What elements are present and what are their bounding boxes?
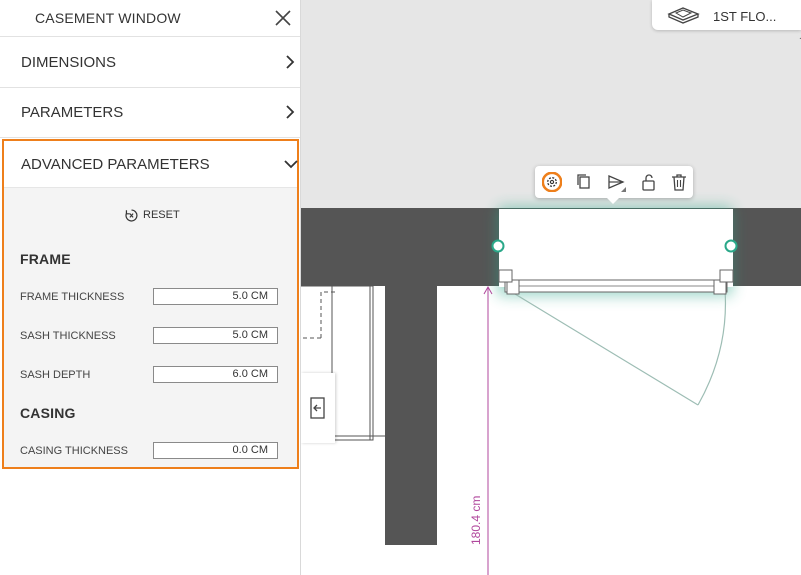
floor-label: 1ST FLO... (713, 9, 777, 24)
object-toolbar (535, 166, 693, 204)
dimension-label: 180.4 cm (469, 495, 483, 545)
collapse-arrow-icon (310, 397, 325, 419)
advanced-parameters-section: ADVANCED PARAMETERS RESET FRAME FRAME TH… (2, 139, 299, 469)
panel-title: CASEMENT WINDOW (35, 10, 181, 26)
floorplan-drawing (301, 206, 738, 575)
chevron-right-icon (286, 55, 295, 69)
sash-swing-line (514, 293, 699, 406)
flip-icon[interactable] (606, 172, 626, 192)
panel-header: CASEMENT WINDOW (0, 0, 300, 37)
chevron-right-icon (286, 105, 295, 119)
chevron-down-icon (284, 160, 298, 169)
frame-thickness-label: FRAME THICKNESS (20, 291, 125, 303)
frame-thickness-input[interactable]: 5.0 CM (153, 288, 278, 305)
sash-thickness-label: SASH THICKNESS (20, 330, 116, 342)
resize-handle-left (491, 239, 505, 253)
floor-selector[interactable]: 1ST FLO... (652, 0, 801, 39)
sash-depth-label: SASH DEPTH (20, 369, 91, 381)
unlock-icon[interactable] (638, 172, 658, 192)
reset-label: RESET (143, 209, 180, 221)
casing-thickness-label: CASING THICKNESS (20, 445, 128, 457)
section-parameters-label: PARAMETERS (21, 104, 124, 121)
copy-icon[interactable] (574, 172, 594, 192)
toolbar-pointer (606, 197, 620, 204)
advanced-parameters-label: ADVANCED PARAMETERS (21, 156, 210, 173)
floorplan-canvas[interactable]: 180.4 cm 1ST FLO... (301, 0, 801, 575)
dropdown-corner-icon (799, 37, 801, 39)
window-opening (499, 209, 733, 287)
reset-icon (125, 208, 138, 222)
sash-thickness-input[interactable]: 5.0 CM (153, 327, 278, 344)
sash-depth-input[interactable]: 6.0 CM (153, 366, 278, 383)
collapse-panel-button[interactable] (301, 373, 335, 443)
section-dimensions-label: DIMENSIONS (21, 54, 117, 71)
section-parameters[interactable]: PARAMETERS (0, 87, 300, 138)
casing-group-title: CASING (20, 405, 76, 421)
trash-icon[interactable] (669, 172, 689, 192)
close-icon[interactable] (274, 9, 292, 27)
sash-swing-arc (697, 289, 727, 406)
floor-icon (667, 7, 700, 24)
reset-button[interactable]: RESET (124, 206, 180, 224)
section-dimensions[interactable]: DIMENSIONS (0, 37, 300, 88)
properties-panel: CASEMENT WINDOW DIMENSIONS PARAMETERS AD… (0, 0, 301, 575)
resize-handle-right (724, 239, 738, 253)
frame-group-title: FRAME (20, 251, 71, 267)
casing-thickness-input[interactable]: 0.0 CM (153, 442, 278, 459)
advanced-parameters-header[interactable]: ADVANCED PARAMETERS (4, 141, 298, 188)
settings-gear-icon[interactable] (542, 172, 562, 192)
